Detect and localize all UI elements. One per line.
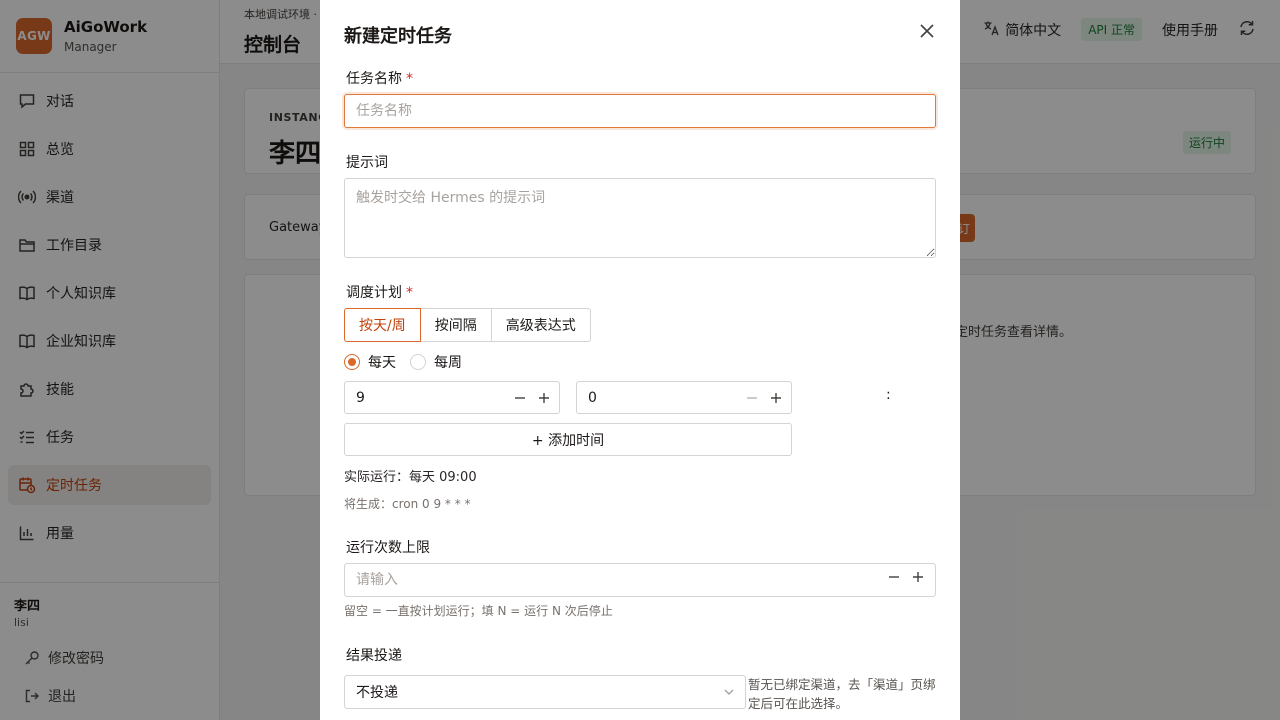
minus-icon[interactable]	[743, 389, 761, 407]
radio-checked-icon	[344, 354, 360, 370]
max-runs-field	[344, 563, 936, 597]
chevron-down-icon	[723, 686, 735, 702]
minute-stepper[interactable]: 0	[576, 381, 792, 414]
frequency-radio-group: 每天 每周	[344, 352, 462, 372]
close-button[interactable]	[916, 22, 938, 44]
minute-value[interactable]: 0	[588, 390, 743, 406]
max-runs-input[interactable]	[344, 563, 936, 597]
tab-interval[interactable]: 按间隔	[419, 308, 492, 342]
delivery-select[interactable]: 不投递	[344, 675, 746, 709]
schedule-label-text: 调度计划	[346, 285, 402, 301]
dialog-title: 新建定时任务	[344, 26, 452, 47]
max-runs-label: 运行次数上限	[346, 540, 430, 556]
radio-daily-label: 每天	[368, 355, 396, 371]
new-scheduled-task-dialog: 新建定时任务 任务名称* 提示词 调度计划* 按天/周 按间隔 高级表达式 每天…	[320, 0, 960, 720]
schedule-label: 调度计划 *	[346, 282, 413, 302]
delivery-label: 结果投递	[346, 648, 402, 664]
required-marker: *	[406, 285, 413, 301]
time-separator: :	[886, 387, 891, 403]
max-runs-help: 留空 = 一直按计划运行；填 N = 运行 N 次后停止	[344, 604, 613, 618]
tab-advanced-expression[interactable]: 高级表达式	[490, 308, 591, 342]
tab-daily-weekly[interactable]: 按天/周	[344, 308, 421, 342]
radio-unchecked-icon	[410, 354, 426, 370]
minus-icon[interactable]	[511, 389, 529, 407]
hour-stepper[interactable]: 9	[344, 381, 560, 414]
plus-icon[interactable]	[535, 389, 553, 407]
task-name-label: 任务名称 *	[346, 68, 413, 88]
required-marker: *	[406, 71, 413, 87]
prompt-label: 提示词	[346, 155, 388, 171]
close-icon	[919, 23, 935, 43]
minus-icon[interactable]	[888, 571, 900, 587]
task-name-label-text: 任务名称	[346, 71, 402, 87]
cron-preview: 将生成：cron 0 9 * * *	[344, 497, 471, 511]
hour-value[interactable]: 9	[356, 390, 511, 406]
radio-weekly[interactable]: 每周	[410, 352, 462, 372]
plus-icon[interactable]	[912, 571, 924, 587]
delivery-selected-value: 不投递	[356, 685, 398, 701]
plus-icon[interactable]	[767, 389, 785, 407]
schedule-mode-tabs: 按天/周 按间隔 高级表达式	[344, 308, 591, 342]
delivery-note: 暂无已绑定渠道，去「渠道」页绑定后可在此选择。	[748, 677, 936, 711]
add-time-button[interactable]: + 添加时间	[344, 423, 792, 456]
task-name-input[interactable]	[344, 94, 936, 128]
radio-weekly-label: 每周	[434, 355, 462, 371]
radio-daily[interactable]: 每天	[344, 352, 396, 372]
prompt-textarea[interactable]	[344, 178, 936, 258]
actual-run-text: 实际运行：每天 09:00	[344, 470, 477, 485]
